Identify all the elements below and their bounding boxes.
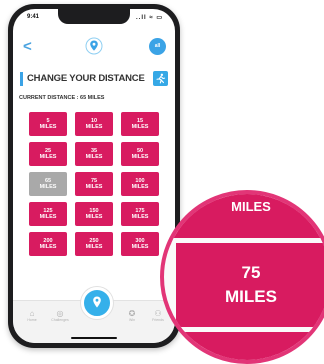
page-title: CHANGE YOUR DISTANCE [27,73,145,84]
distance-unit: MILES [39,214,57,220]
current-distance-label: CURRENT DISTANCE : 65 MILES [19,95,105,101]
runner-icon[interactable] [153,71,168,86]
distance-option-5[interactable]: 5 MILES [29,112,67,136]
magnified-tile-above: MILES [164,194,324,238]
distance-option-100[interactable]: 100 MILES [121,172,159,196]
title-accent-bar [20,72,23,86]
center-action-button[interactable] [81,287,113,319]
tab-label: Home [27,318,37,322]
distance-option-75[interactable]: 75 MILES [75,172,113,196]
distance-option-50[interactable]: 50 MILES [121,142,159,166]
location-pin-icon [93,296,101,308]
distance-unit: MILES [131,154,149,160]
distance-unit: MILES [85,214,103,220]
globe-icon: ◎ [56,309,64,318]
location-pin-icon[interactable] [85,37,103,55]
distance-option-35[interactable]: 35 MILES [75,142,113,166]
tab-home[interactable]: ⌂ Home [21,309,43,323]
distance-option-200[interactable]: 200 MILES [29,232,67,256]
distance-unit: MILES [39,184,57,190]
distance-grid: 5 MILES 10 MILES 15 MILES 25 MILES 35 MILES 5… [29,112,159,256]
bottom-tab-bar: ⌂ Home ◎ Challenges ✪ Win ⚇ Friends [13,287,175,343]
distance-unit: MILES [85,184,103,190]
status-time: 9:41 [27,14,40,20]
distance-option-250[interactable]: 250 MILES [75,232,113,256]
distance-option-65-selected[interactable]: 65 MILES [29,172,67,196]
distance-option-150[interactable]: 150 MILES [75,202,113,226]
distance-unit: MILES [39,124,57,130]
magnifier-callout: MILES 75 MILES [160,190,324,364]
tab-label: Friends [152,318,164,322]
tab-friends[interactable]: ⚇ Friends [147,309,169,323]
magnified-distance-tile: 75 MILES [176,243,324,327]
phone-frame: 9:41 ..ll ≈ ▭ < all CHANGE YOUR DISTANCE [8,4,180,348]
distance-option-10[interactable]: 10 MILES [75,112,113,136]
magnified-unit: MILES [225,287,277,306]
distance-unit: MILES [131,244,149,250]
distance-unit: MILES [85,244,103,250]
distance-unit: MILES [131,124,149,130]
phone-screen: 9:41 ..ll ≈ ▭ < all CHANGE YOUR DISTANCE [13,9,175,343]
back-button[interactable]: < [23,39,32,54]
tab-win[interactable]: ✪ Win [121,309,143,323]
tab-challenges[interactable]: ◎ Challenges [49,309,71,323]
badge-icon: ✪ [128,309,136,318]
tab-label: Challenges [51,318,69,322]
distance-option-15[interactable]: 15 MILES [121,112,159,136]
distance-unit: MILES [131,214,149,220]
page-header: CHANGE YOUR DISTANCE [20,71,170,87]
distance-unit: MILES [85,124,103,130]
distance-option-125[interactable]: 125 MILES [29,202,67,226]
phone-notch [58,9,130,24]
magnified-value: 75 [241,263,261,282]
home-indicator [71,337,117,339]
nav-bar: < all [13,35,175,61]
distance-unit: MILES [131,184,149,190]
distance-option-175[interactable]: 175 MILES [121,202,159,226]
status-icons: ..ll ≈ ▭ [136,15,163,21]
distance-option-300[interactable]: 300 MILES [121,232,159,256]
home-icon: ⌂ [29,309,35,318]
distance-unit: MILES [39,244,57,250]
tab-label: Win [128,318,136,322]
magnified-tile-below [164,332,324,360]
account-avatar[interactable]: all [149,38,166,55]
distance-unit: MILES [39,154,57,160]
distance-unit: MILES [85,154,103,160]
distance-option-25[interactable]: 25 MILES [29,142,67,166]
